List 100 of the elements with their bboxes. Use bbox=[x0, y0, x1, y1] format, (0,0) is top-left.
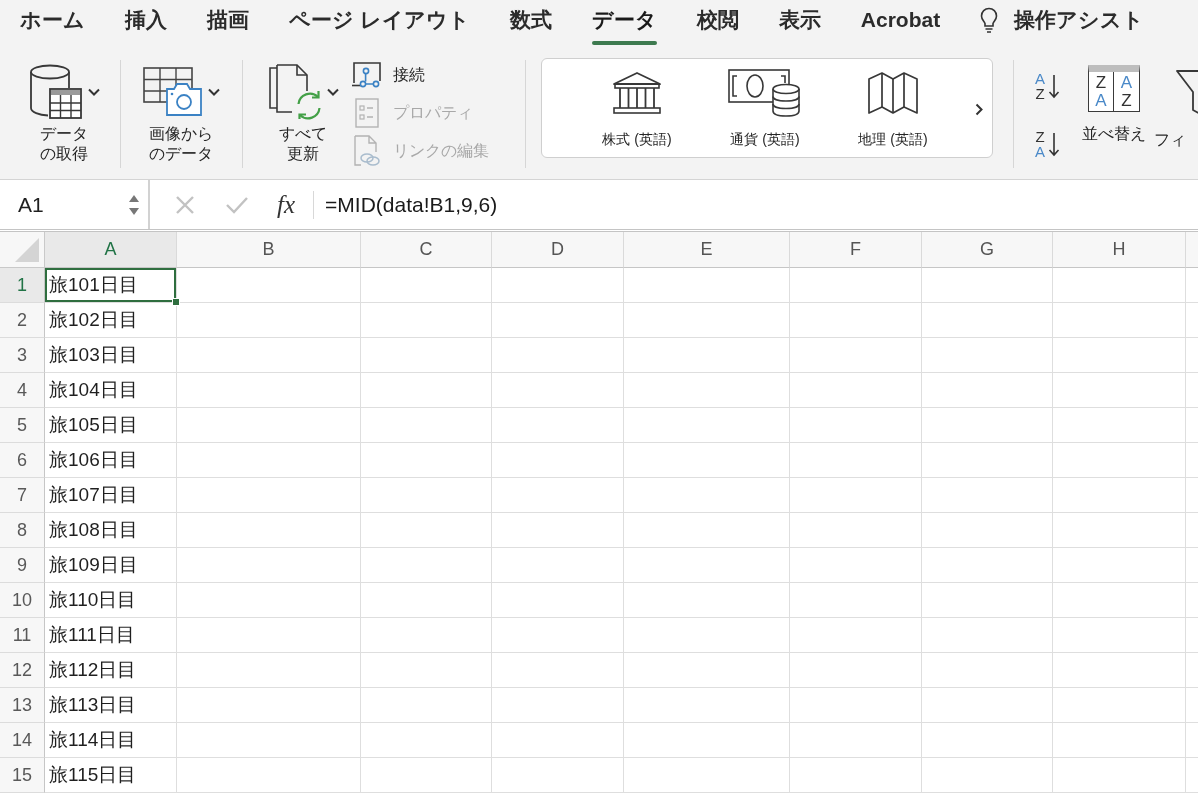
empty-cell[interactable] bbox=[361, 653, 492, 688]
empty-cell[interactable] bbox=[624, 373, 790, 408]
empty-cell[interactable] bbox=[1053, 338, 1186, 373]
table-cell[interactable]: 旅109日目 bbox=[45, 548, 177, 583]
table-cell[interactable]: 旅101日目 bbox=[45, 268, 177, 303]
data-type-button[interactable]: 地理 (英語) bbox=[829, 59, 957, 148]
empty-cell[interactable] bbox=[177, 443, 361, 478]
column-header[interactable] bbox=[1186, 232, 1198, 268]
row-header[interactable]: 13 bbox=[0, 688, 45, 723]
empty-cell[interactable] bbox=[624, 338, 790, 373]
empty-cell[interactable] bbox=[922, 583, 1053, 618]
empty-cell[interactable] bbox=[790, 408, 922, 443]
empty-cell[interactable] bbox=[624, 688, 790, 723]
empty-cell[interactable] bbox=[922, 653, 1053, 688]
empty-cell[interactable] bbox=[1053, 548, 1186, 583]
empty-cell[interactable] bbox=[790, 513, 922, 548]
empty-cell[interactable] bbox=[922, 758, 1053, 793]
empty-cell[interactable] bbox=[624, 443, 790, 478]
empty-cell[interactable] bbox=[790, 758, 922, 793]
empty-cell[interactable] bbox=[492, 338, 624, 373]
empty-cell[interactable] bbox=[492, 653, 624, 688]
refresh-all-button[interactable]: すべて更新 bbox=[261, 56, 345, 164]
column-header[interactable]: H bbox=[1053, 232, 1186, 268]
empty-cell[interactable] bbox=[790, 478, 922, 513]
empty-cell[interactable] bbox=[624, 408, 790, 443]
table-cell[interactable]: 旅110日目 bbox=[45, 583, 177, 618]
ribbon-tab[interactable]: データ bbox=[591, 0, 657, 48]
table-cell[interactable]: 旅114日目 bbox=[45, 723, 177, 758]
empty-cell[interactable] bbox=[1053, 408, 1186, 443]
empty-cell[interactable] bbox=[177, 618, 361, 653]
empty-cell[interactable] bbox=[624, 653, 790, 688]
row-header[interactable]: 1 bbox=[0, 268, 45, 303]
empty-cell[interactable] bbox=[361, 408, 492, 443]
select-all-icon[interactable] bbox=[15, 238, 39, 262]
empty-cell[interactable] bbox=[177, 583, 361, 618]
empty-cell[interactable] bbox=[790, 618, 922, 653]
empty-cell[interactable] bbox=[790, 373, 922, 408]
data-type-button[interactable]: 通貨 (英語) bbox=[701, 59, 829, 148]
row-header[interactable]: 6 bbox=[0, 443, 45, 478]
ribbon-tab[interactable]: 表示 bbox=[778, 0, 821, 48]
empty-cell[interactable] bbox=[624, 758, 790, 793]
table-cell[interactable]: 旅112日目 bbox=[45, 653, 177, 688]
ribbon-tab[interactable]: 挿入 bbox=[125, 0, 167, 48]
row-header[interactable]: 2 bbox=[0, 303, 45, 338]
column-header[interactable]: A bbox=[45, 232, 177, 268]
sort-descending-button[interactable]: Z A bbox=[1035, 126, 1071, 162]
column-header[interactable]: C bbox=[361, 232, 492, 268]
row-header[interactable]: 10 bbox=[0, 583, 45, 618]
empty-cell[interactable] bbox=[492, 758, 624, 793]
empty-cell[interactable] bbox=[361, 723, 492, 758]
empty-cell[interactable] bbox=[361, 338, 492, 373]
empty-cell[interactable] bbox=[922, 513, 1053, 548]
empty-cell[interactable] bbox=[1053, 618, 1186, 653]
empty-cell[interactable] bbox=[790, 338, 922, 373]
table-cell[interactable]: 旅102日目 bbox=[45, 303, 177, 338]
empty-cell[interactable] bbox=[361, 478, 492, 513]
empty-cell[interactable] bbox=[177, 548, 361, 583]
row-header[interactable]: 12 bbox=[0, 653, 45, 688]
empty-cell[interactable] bbox=[1053, 758, 1186, 793]
empty-cell[interactable] bbox=[177, 723, 361, 758]
empty-cell[interactable] bbox=[492, 723, 624, 758]
empty-cell[interactable] bbox=[492, 513, 624, 548]
table-cell[interactable]: 旅104日目 bbox=[45, 373, 177, 408]
formula-field[interactable]: =MID(data!B1,9,6) bbox=[314, 180, 1198, 229]
empty-cell[interactable] bbox=[624, 618, 790, 653]
data-from-picture-button[interactable]: 画像からのデータ bbox=[135, 56, 227, 164]
empty-cell[interactable] bbox=[361, 373, 492, 408]
empty-cell[interactable] bbox=[177, 338, 361, 373]
ribbon-tab[interactable]: ホーム bbox=[20, 0, 85, 48]
empty-cell[interactable] bbox=[361, 583, 492, 618]
empty-cell[interactable] bbox=[1053, 653, 1186, 688]
empty-cell[interactable] bbox=[177, 408, 361, 443]
row-header[interactable]: 5 bbox=[0, 408, 45, 443]
sort-button[interactable]: Z A A Z 並べ替え bbox=[1079, 65, 1149, 144]
empty-cell[interactable] bbox=[361, 513, 492, 548]
empty-cell[interactable] bbox=[177, 653, 361, 688]
table-cell[interactable]: 旅113日目 bbox=[45, 688, 177, 723]
empty-cell[interactable] bbox=[492, 478, 624, 513]
empty-cell[interactable] bbox=[624, 513, 790, 548]
empty-cell[interactable] bbox=[922, 408, 1053, 443]
table-cell[interactable]: 旅108日目 bbox=[45, 513, 177, 548]
empty-cell[interactable] bbox=[177, 373, 361, 408]
table-cell[interactable]: 旅106日目 bbox=[45, 443, 177, 478]
empty-cell[interactable] bbox=[790, 443, 922, 478]
empty-cell[interactable] bbox=[177, 513, 361, 548]
empty-cell[interactable] bbox=[624, 303, 790, 338]
fill-handle[interactable] bbox=[172, 298, 180, 306]
empty-cell[interactable] bbox=[1053, 373, 1186, 408]
empty-cell[interactable] bbox=[922, 338, 1053, 373]
ribbon-tab[interactable]: 数式 bbox=[509, 0, 552, 48]
row-header[interactable]: 3 bbox=[0, 338, 45, 373]
name-box[interactable]: A1 bbox=[0, 180, 150, 229]
empty-cell[interactable] bbox=[177, 478, 361, 513]
row-header[interactable]: 11 bbox=[0, 618, 45, 653]
ribbon-tab[interactable]: 校閲 bbox=[696, 0, 739, 48]
empty-cell[interactable] bbox=[177, 688, 361, 723]
empty-cell[interactable] bbox=[1053, 268, 1186, 303]
empty-cell[interactable] bbox=[492, 618, 624, 653]
empty-cell[interactable] bbox=[1053, 688, 1186, 723]
empty-cell[interactable] bbox=[790, 548, 922, 583]
